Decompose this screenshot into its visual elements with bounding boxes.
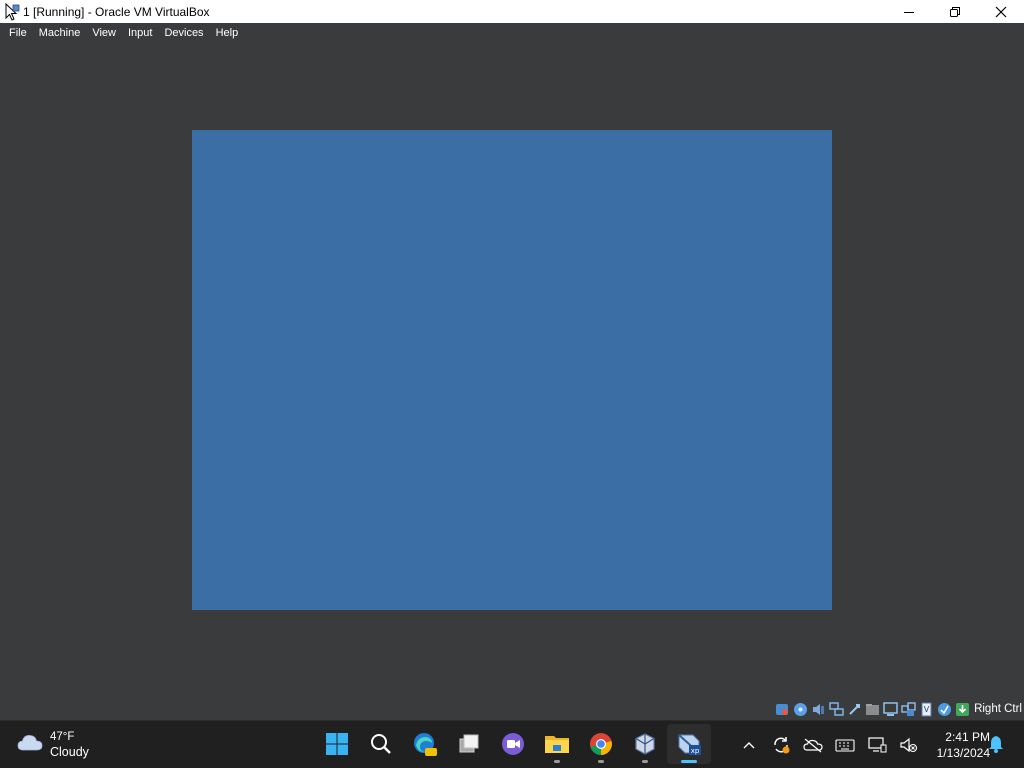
start-button[interactable] — [315, 724, 359, 764]
running-indicator — [642, 760, 648, 763]
virtualbox-icon — [635, 733, 655, 755]
taskbar: 47°F Cloudy xp 2:41 PM 1/13/2024 — [0, 720, 1024, 768]
host-key-label: Right Ctrl — [974, 703, 1022, 715]
sync-icon[interactable] — [770, 727, 792, 763]
window-controls — [886, 0, 1024, 23]
taskbar-app-file-explorer[interactable] — [535, 724, 579, 764]
video-capture-icon[interactable] — [900, 701, 916, 717]
optical-drive-icon[interactable] — [792, 701, 808, 717]
maximize-button[interactable] — [932, 0, 978, 23]
onedrive-icon[interactable] — [802, 727, 824, 763]
clock-date: 1/13/2024 — [936, 746, 990, 760]
menu-bar: File Machine View Input Devices Help — [0, 23, 1024, 42]
file-explorer-icon — [545, 736, 569, 753]
clipchamp-icon — [502, 733, 524, 755]
taskbar-clock[interactable]: 2:41 PM 1/13/2024 — [916, 729, 990, 761]
network-icon[interactable] — [866, 727, 888, 763]
running-indicator — [598, 760, 604, 763]
keyboard-icon[interactable] — [834, 727, 856, 763]
taskbar-app-chrome[interactable] — [579, 724, 623, 764]
keyboard-icon[interactable] — [954, 701, 970, 717]
task-view-icon — [459, 734, 479, 753]
menu-help[interactable]: Help — [210, 27, 245, 39]
cloud-icon — [16, 732, 44, 759]
minimize-icon — [904, 11, 914, 13]
weather-condition: Cloudy — [50, 745, 89, 759]
menu-input[interactable]: Input — [122, 27, 158, 39]
minimize-button[interactable] — [886, 0, 932, 23]
task-view-button[interactable] — [447, 724, 491, 764]
window-title: 1 [Running] - Oracle VM VirtualBox — [23, 4, 210, 19]
taskbar-app-clipchamp[interactable] — [491, 724, 535, 764]
close-icon — [995, 6, 1007, 17]
notification-bell-icon[interactable] — [987, 735, 1005, 753]
chrome-icon — [590, 733, 612, 755]
audio-icon[interactable] — [810, 701, 826, 717]
edge-beta-icon — [414, 733, 437, 756]
weather-widget[interactable]: 47°F Cloudy — [16, 727, 89, 763]
title-bar[interactable]: 1 [Running] - Oracle VM VirtualBox — [0, 0, 1024, 23]
search-icon — [371, 734, 391, 754]
vm-display[interactable] — [192, 130, 832, 610]
mouse-integration-icon[interactable] — [936, 701, 952, 717]
system-tray — [738, 727, 930, 763]
weather-temperature: 47°F — [50, 731, 75, 743]
usb-icon[interactable] — [846, 701, 862, 717]
menu-machine[interactable]: Machine — [33, 27, 87, 39]
network-icon[interactable] — [828, 701, 844, 717]
active-indicator — [681, 760, 697, 763]
shared-folders-icon[interactable] — [864, 701, 880, 717]
menu-view[interactable]: View — [86, 27, 122, 39]
clock-time: 2:41 PM — [945, 730, 990, 744]
menu-file[interactable]: File — [3, 27, 33, 39]
vbox-status-bar: V Right Ctrl — [774, 699, 1024, 719]
close-button[interactable] — [978, 0, 1024, 23]
virtualbox-app-icon[interactable] — [3, 2, 21, 21]
windows-xp-vm-icon: xp — [678, 734, 701, 755]
hard-disk-icon[interactable] — [774, 701, 790, 717]
cpu-icon[interactable]: V — [918, 701, 934, 717]
running-indicator — [554, 760, 560, 763]
svg-text:xp: xp — [691, 747, 700, 755]
taskbar-app-vm-window[interactable]: xp — [667, 724, 711, 764]
windows-start-icon — [326, 733, 348, 755]
display-icon[interactable] — [882, 701, 898, 717]
search-button[interactable] — [359, 724, 403, 764]
svg-text:V: V — [923, 705, 929, 714]
chevron-up-icon[interactable] — [738, 727, 760, 763]
menu-devices[interactable]: Devices — [158, 27, 209, 39]
taskbar-app-edge-beta[interactable] — [403, 724, 447, 764]
taskbar-app-virtualbox[interactable] — [623, 724, 667, 764]
restore-icon — [950, 6, 960, 17]
taskbar-apps: xp — [315, 724, 711, 764]
